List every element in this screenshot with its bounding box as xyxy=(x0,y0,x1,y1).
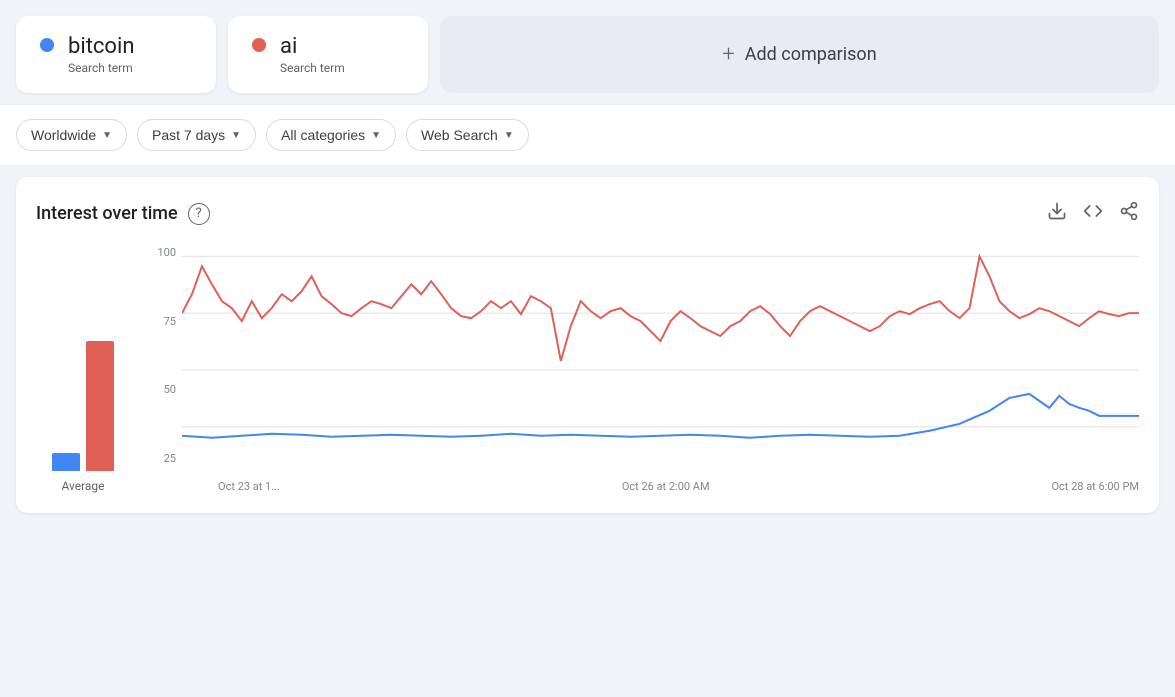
add-comparison-label: Add comparison xyxy=(745,44,877,65)
region-label: Worldwide xyxy=(31,127,96,143)
ai-info: ai Search term xyxy=(280,34,345,75)
bitcoin-dot xyxy=(40,38,54,52)
term-card-bitcoin[interactable]: bitcoin Search term xyxy=(16,16,216,93)
avg-label: Average xyxy=(61,479,104,493)
y-label-50: 50 xyxy=(164,383,176,396)
category-label: All categories xyxy=(281,127,365,143)
x-label-1: Oct 26 at 2:00 AM xyxy=(622,480,710,493)
chart-header: Interest over time ? xyxy=(36,201,1139,226)
region-chevron-icon: ▼ xyxy=(102,130,112,141)
x-label-2: Oct 28 at 6:00 PM xyxy=(1051,480,1139,493)
help-icon[interactable]: ? xyxy=(188,203,210,225)
x-label-0: Oct 23 at 1... xyxy=(218,480,280,493)
avg-bar-ai xyxy=(86,341,114,471)
bitcoin-name: bitcoin xyxy=(68,34,134,59)
plus-icon: + xyxy=(722,42,734,67)
search-type-chevron-icon: ▼ xyxy=(504,130,514,141)
bitcoin-info: bitcoin Search term xyxy=(68,34,134,75)
y-axis: 100 75 50 25 xyxy=(146,246,182,465)
ai-type: Search term xyxy=(280,61,345,75)
share-icon[interactable] xyxy=(1119,201,1139,226)
filters-bar: Worldwide ▼ Past 7 days ▼ All categories… xyxy=(0,105,1175,165)
svg-container: Oct 23 at 1... Oct 26 at 2:00 AM Oct 28 … xyxy=(146,246,1139,493)
period-chevron-icon: ▼ xyxy=(231,130,241,141)
y-label-75: 75 xyxy=(164,315,176,328)
avg-bars xyxy=(52,271,114,471)
search-type-label: Web Search xyxy=(421,127,498,143)
chart-title: Interest over time xyxy=(36,203,178,224)
y-label-25: 25 xyxy=(164,452,176,465)
avg-section: Average xyxy=(36,271,146,493)
region-filter[interactable]: Worldwide ▼ xyxy=(16,119,127,151)
search-type-filter[interactable]: Web Search ▼ xyxy=(406,119,529,151)
period-label: Past 7 days xyxy=(152,127,225,143)
main-chart-svg xyxy=(182,246,1139,476)
chart-area: Average 100 75 50 25 xyxy=(36,246,1139,493)
chart-title-group: Interest over time ? xyxy=(36,203,210,225)
top-bar: bitcoin Search term ai Search term + Add… xyxy=(0,0,1175,93)
bitcoin-type: Search term xyxy=(68,61,134,75)
avg-bar-bitcoin xyxy=(52,453,80,471)
chart-section: Interest over time ? xyxy=(16,177,1159,513)
bitcoin-line xyxy=(182,256,1139,361)
download-icon[interactable] xyxy=(1047,201,1067,226)
ai-line xyxy=(182,394,1139,438)
line-chart-wrapper: 100 75 50 25 xyxy=(146,246,1139,493)
embed-icon[interactable] xyxy=(1083,201,1103,226)
term-card-ai[interactable]: ai Search term xyxy=(228,16,428,93)
x-axis: Oct 23 at 1... Oct 26 at 2:00 AM Oct 28 … xyxy=(182,480,1139,493)
period-filter[interactable]: Past 7 days ▼ xyxy=(137,119,256,151)
chart-actions xyxy=(1047,201,1139,226)
ai-name: ai xyxy=(280,34,345,59)
category-chevron-icon: ▼ xyxy=(371,130,381,141)
y-label-100: 100 xyxy=(157,246,176,259)
category-filter[interactable]: All categories ▼ xyxy=(266,119,396,151)
ai-dot xyxy=(252,38,266,52)
add-comparison-card[interactable]: + Add comparison xyxy=(440,16,1159,93)
